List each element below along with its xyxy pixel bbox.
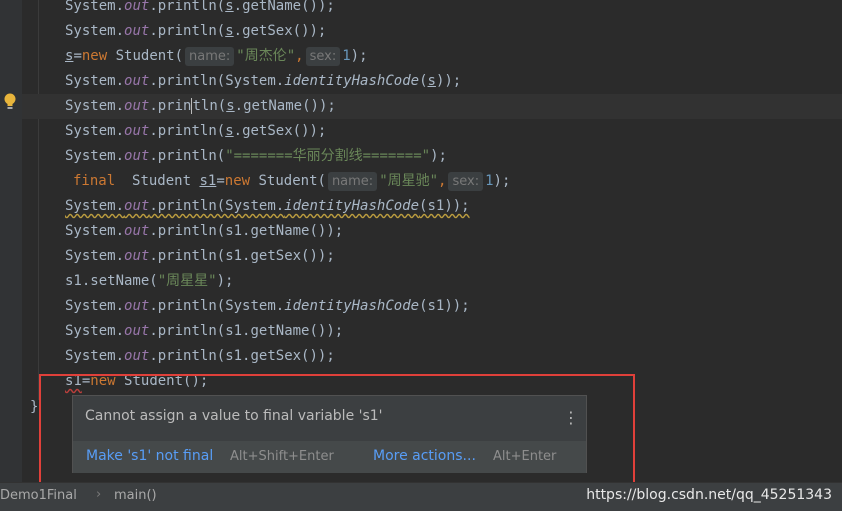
chevron-right-icon: › — [96, 487, 102, 502]
breadcrumb-class[interactable]: Demo1Final — [0, 488, 77, 503]
watermark: https://blog.csdn.net/qq_45251343 — [586, 487, 832, 503]
code-line: System.out.println(s.getSex()); — [65, 123, 327, 139]
code-line: System.out.println(s1.getSex()); — [65, 248, 335, 264]
closing-brace: } — [30, 399, 39, 415]
make-not-final-action[interactable]: Make 's1' not final — [86, 448, 213, 464]
more-actions-link[interactable]: More actions... — [373, 448, 476, 464]
indent-guide — [38, 0, 39, 400]
code-line: s=new Student(name: "周杰伦", sex: 1); — [65, 47, 368, 66]
code-line: System.out.println(System.identityHashCo… — [65, 298, 470, 314]
error-popup: Cannot assign a value to final variable … — [72, 395, 587, 473]
code-line: System.out.println(s1.getName()); — [65, 223, 344, 239]
param-hint: name: — [327, 172, 378, 191]
code-line-current: System.out.println(s.getName()); — [22, 94, 842, 119]
editor-gutter — [0, 0, 22, 482]
param-hint: sex: — [305, 47, 341, 66]
lightbulb-icon[interactable] — [3, 93, 17, 111]
code-line-warning: System.out.println(System.identityHashCo… — [65, 198, 470, 214]
code-line: System.out.println(s.getName()); — [65, 0, 335, 14]
code-line-error: s1=new Student(); — [65, 373, 209, 389]
param-hint: sex: — [448, 172, 484, 191]
code-line: s1.setName("周星星"); — [65, 273, 234, 289]
code-line: System.out.println(System.identityHashCo… — [65, 73, 462, 89]
breadcrumb-bar: Demo1Final › main() https://blog.csdn.ne… — [0, 482, 842, 511]
more-vertical-icon[interactable]: ⋮ — [561, 408, 581, 428]
code-line: final Student s1=new Student(name: "周星驰",… — [73, 172, 511, 191]
param-hint: name: — [185, 47, 235, 66]
error-message: Cannot assign a value to final variable … — [85, 408, 383, 424]
quick-fix-bar: Make 's1' not final Alt+Shift+Enter More… — [73, 441, 586, 473]
code-line: System.out.println(s.getSex()); — [65, 23, 327, 39]
code-line: System.out.println(s1.getName()); — [65, 323, 344, 339]
action-shortcut: Alt+Shift+Enter — [230, 449, 334, 464]
code-line: System.out.println("=======华丽分割线======="… — [65, 148, 447, 164]
code-line: System.out.println(s1.getSex()); — [65, 348, 335, 364]
breadcrumb-method[interactable]: main() — [114, 488, 157, 503]
action-shortcut: Alt+Enter — [493, 449, 557, 464]
